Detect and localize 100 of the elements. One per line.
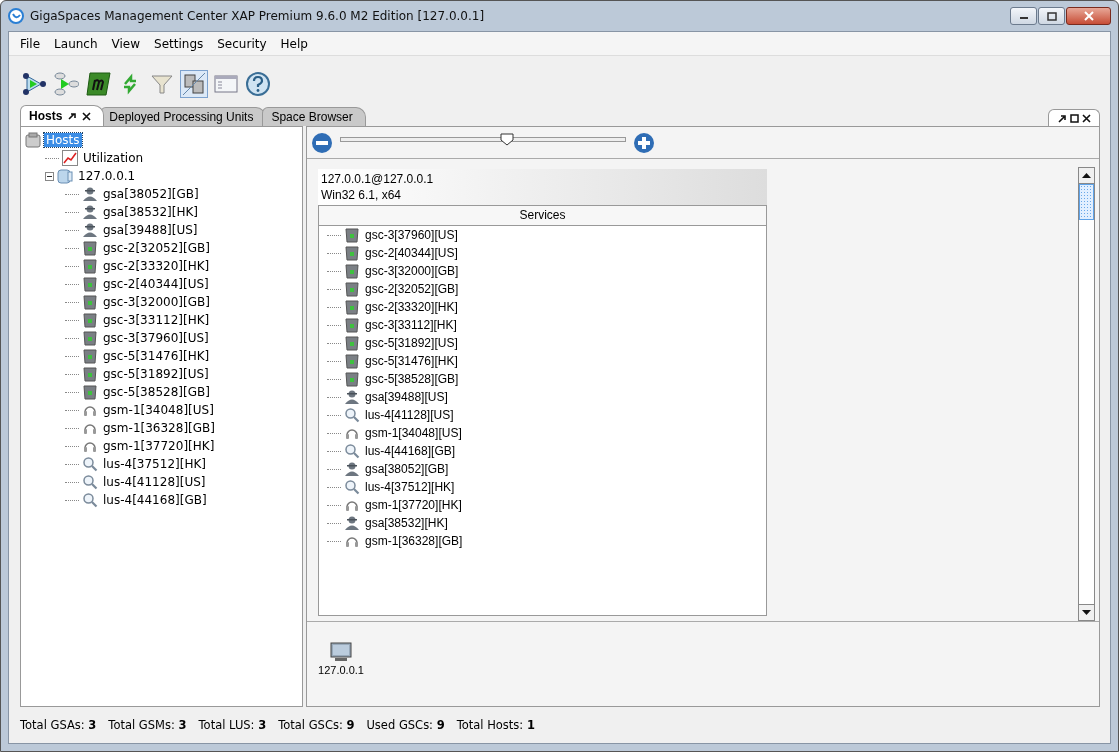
minus-circle-icon	[311, 131, 333, 154]
menu-item[interactable]: Help	[273, 34, 315, 53]
scroll-up-icon	[1082, 173, 1091, 178]
tree-item[interactable]: gsc-2[40344][US]	[101, 277, 211, 291]
service-item[interactable]: gsa[38052][GB]	[363, 462, 451, 476]
container-icon	[344, 263, 360, 279]
deploy-gears-icon	[21, 71, 47, 97]
scrollbar-thumb[interactable]	[1079, 184, 1094, 220]
container-icon	[82, 294, 98, 310]
plus-circle-icon	[633, 131, 655, 154]
tree-item[interactable]: gsc-3[32000][GB]	[101, 295, 212, 309]
host-os: Win32 6.1, x64	[321, 187, 403, 203]
host-title: 127.0.0.1@127.0.0.1	[321, 171, 435, 187]
column-header: Services	[319, 206, 766, 226]
tree-item[interactable]: gsc-5[38528][GB]	[101, 385, 212, 399]
service-item[interactable]: gsa[38532][HK]	[363, 516, 450, 530]
service-item[interactable]: gsm-1[37720][HK]	[363, 498, 464, 512]
app-logo-icon	[8, 8, 24, 24]
container-icon	[344, 299, 360, 315]
menu-item[interactable]: View	[104, 34, 148, 53]
help-icon	[245, 71, 271, 97]
monitor-icon	[330, 642, 352, 662]
computer-icon	[57, 168, 73, 184]
tree-item[interactable]: gsc-3[37960][US]	[101, 331, 211, 345]
status-text: Total GSMs: 3	[108, 718, 187, 732]
container-icon	[82, 384, 98, 400]
undock-icon	[1057, 113, 1067, 123]
tree-item[interactable]: gsc-2[32052][GB]	[101, 241, 212, 255]
m-logo-icon	[85, 71, 111, 97]
menu-item[interactable]: Launch	[47, 34, 105, 53]
container-icon	[344, 353, 360, 369]
service-item[interactable]: gsc-2[33320][HK]	[363, 300, 460, 314]
service-item[interactable]: lus-4[44168][GB]	[363, 444, 458, 458]
help-button[interactable]	[244, 70, 272, 98]
toggle-button[interactable]	[180, 70, 208, 98]
service-item[interactable]: gsc-3[37960][US]	[363, 228, 460, 242]
service-item[interactable]: gsa[39488][US]	[363, 390, 450, 404]
service-item[interactable]: gsm-1[34048][US]	[363, 426, 464, 440]
service-item[interactable]: gsc-2[32052][GB]	[363, 282, 461, 296]
tree-item[interactable]: 127.0.0.1	[76, 169, 138, 183]
container-icon	[82, 366, 98, 382]
service-item[interactable]: gsc-5[31892][US]	[363, 336, 460, 350]
container-icon	[82, 312, 98, 328]
status-text: Used GSCs: 9	[366, 718, 445, 732]
container-icon	[82, 276, 98, 292]
tree-item[interactable]: lus-4[41128][US]	[101, 475, 208, 489]
minimize-button[interactable]	[1010, 7, 1037, 25]
container-icon	[82, 258, 98, 274]
service-item[interactable]: gsc-2[40344][US]	[363, 246, 460, 260]
tree-item[interactable]: gsc-2[33320][HK]	[101, 259, 212, 273]
toggle-icon	[181, 71, 207, 97]
maximize-icon	[1046, 11, 1057, 21]
container-icon	[344, 335, 360, 351]
deploy-gears-button[interactable]	[20, 70, 48, 98]
service-item[interactable]: gsc-5[38528][GB]	[363, 372, 461, 386]
service-item[interactable]: gsc-3[33112][HK]	[363, 318, 459, 332]
menu-item[interactable]: Security	[210, 34, 274, 53]
tree-item[interactable]: gsc-3[33112][HK]	[101, 313, 212, 327]
magnifier-icon	[82, 492, 98, 508]
close-button[interactable]	[1066, 7, 1111, 25]
tree-item[interactable]: gsa[38532][HK]	[101, 205, 200, 219]
status-text: Total Hosts: 1	[456, 718, 535, 732]
tab[interactable]: Space Browser	[262, 107, 366, 126]
slider-thumb[interactable]	[500, 133, 515, 146]
tree-item[interactable]: gsm-1[34048][US]	[101, 403, 216, 417]
container-icon	[344, 371, 360, 387]
menu-item[interactable]: Settings	[147, 34, 211, 53]
agent-icon	[82, 186, 98, 202]
tree-item[interactable]: gsa[38052][GB]	[101, 187, 201, 201]
undock-icon	[68, 112, 77, 120]
tree-item[interactable]: Utilization	[81, 151, 146, 165]
service-item[interactable]: lus-4[37512][HK]	[363, 480, 457, 494]
tree-item[interactable]: gsm-1[36328][GB]	[101, 421, 217, 435]
maximize-button[interactable]	[1038, 7, 1065, 25]
close-icon	[1081, 113, 1091, 123]
service-item[interactable]: lus-4[41128][US]	[363, 408, 456, 422]
tree-item[interactable]: gsc-5[31892][US]	[101, 367, 211, 381]
magnifier-icon	[344, 479, 360, 495]
tree-item[interactable]: lus-4[44168][GB]	[101, 493, 209, 507]
status-text: Total GSCs: 9	[278, 718, 355, 732]
service-item[interactable]: gsc-3[32000][GB]	[363, 264, 461, 278]
container-icon	[82, 348, 98, 364]
vertical-scrollbar[interactable]	[1078, 167, 1095, 621]
close-icon	[1083, 11, 1094, 21]
container-icon	[344, 227, 360, 243]
magnifier-icon	[344, 407, 360, 423]
agent-icon	[344, 389, 360, 405]
tab[interactable]: Hosts	[20, 105, 105, 126]
tree-item[interactable]: gsm-1[37720][HK]	[101, 439, 217, 453]
menu-item[interactable]: File	[13, 34, 48, 53]
collapse-toggle[interactable]	[45, 171, 54, 181]
container-icon	[344, 281, 360, 297]
service-item[interactable]: gsm-1[36328][GB]	[363, 534, 465, 548]
server-icon	[25, 132, 41, 148]
tree-item[interactable]: gsc-5[31476][HK]	[101, 349, 212, 363]
container-icon	[82, 240, 98, 256]
tree-item[interactable]: gsa[39488][US]	[101, 223, 200, 237]
m-logo-button[interactable]	[84, 70, 112, 98]
service-item[interactable]: gsc-5[31476][HK]	[363, 354, 460, 368]
tree-item[interactable]: lus-4[37512][HK]	[101, 457, 208, 471]
